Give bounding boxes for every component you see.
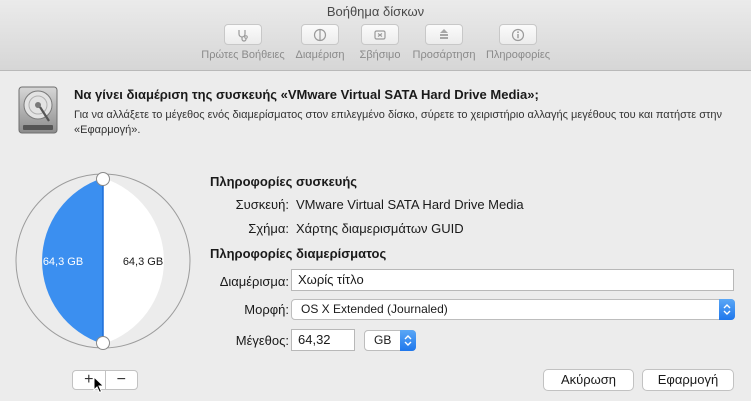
size-unit-select[interactable]: GB xyxy=(364,330,416,351)
format-select-value: OS X Extended (Journaled) xyxy=(301,302,448,316)
mount-button-frame xyxy=(425,24,463,45)
mouse-cursor-icon xyxy=(93,376,105,394)
hard-drive-icon xyxy=(18,86,58,134)
partition-name-field[interactable]: Χωρίς τίτλο xyxy=(291,269,734,291)
chevron-updown-icon xyxy=(400,330,416,351)
size-unit-value: GB xyxy=(374,333,392,347)
toolbar-erase[interactable]: Σβήσιμο xyxy=(352,24,408,66)
second-partition-size: 64,3 GB xyxy=(123,256,163,268)
toolbar-label: Προσάρτηση xyxy=(412,49,476,61)
toolbar-label: Διαμέριση xyxy=(295,49,345,61)
device-info-title: Πληροφορίες συσκευής xyxy=(210,174,358,189)
device-label: Συσκευή: xyxy=(235,197,289,212)
partition-name-label: Διαμέρισμα: xyxy=(219,274,289,289)
window-toolbar: Βοήθημα δίσκων Πρώτες Βοήθειες Διαμέριση xyxy=(0,0,751,71)
toolbar-label: Πληροφορίες xyxy=(485,49,551,61)
device-value: VMware Virtual SATA Hard Drive Media xyxy=(296,197,524,212)
stethoscope-icon xyxy=(238,29,248,42)
partition-question: Να γίνει διαμέριση της συσκευής «VMware … xyxy=(74,87,539,102)
chevron-updown-icon xyxy=(719,299,735,320)
info-button-frame xyxy=(499,24,537,45)
size-label: Μέγεθος: xyxy=(235,333,289,348)
toolbar-info[interactable]: Πληροφορίες xyxy=(480,24,556,66)
partition-button-frame xyxy=(301,24,339,45)
partition-pie-icon xyxy=(313,28,327,41)
window-title: Βοήθημα δίσκων xyxy=(326,4,425,19)
remove-partition-button[interactable]: − xyxy=(106,371,138,389)
partition-info-title: Πληροφορίες διαμερίσματος xyxy=(210,246,387,261)
info-icon xyxy=(511,28,525,41)
add-remove-segmented-control: + − xyxy=(72,370,138,390)
toolbar-mount[interactable]: Προσάρτηση xyxy=(408,24,480,66)
apply-button[interactable]: Εφαρμογή xyxy=(642,369,734,391)
format-label: Μορφή: xyxy=(244,302,289,317)
selected-partition-size: 64,3 GB xyxy=(43,256,83,268)
toolbar-label: Πρώτες Βοήθειες xyxy=(201,49,285,61)
mount-icon xyxy=(440,28,448,39)
size-field[interactable]: 64,32 xyxy=(291,329,355,351)
format-select[interactable]: OS X Extended (Journaled) xyxy=(291,299,735,320)
first-aid-button-frame xyxy=(224,24,262,45)
resize-handle-top[interactable] xyxy=(96,172,110,186)
erase-button-frame xyxy=(361,24,399,45)
toolbar-first-aid[interactable]: Πρώτες Βοήθειες xyxy=(196,24,290,66)
cancel-button[interactable]: Ακύρωση xyxy=(543,369,634,391)
toolbar-partition[interactable]: Διαμέριση xyxy=(289,24,351,66)
toolbar-label: Σβήσιμο xyxy=(359,49,401,61)
scheme-value: Χάρτης διαμερισμάτων GUID xyxy=(296,221,464,236)
partition-instructions: Για να αλλάξετε το μέγεθος ενός διαμερίσ… xyxy=(74,109,722,136)
scheme-label: Σχήμα: xyxy=(248,221,289,236)
partition-pie-chart[interactable]: 64,3 GB 64,3 GB xyxy=(0,170,210,350)
resize-handle-bottom[interactable] xyxy=(96,336,110,350)
erase-icon xyxy=(374,29,386,40)
